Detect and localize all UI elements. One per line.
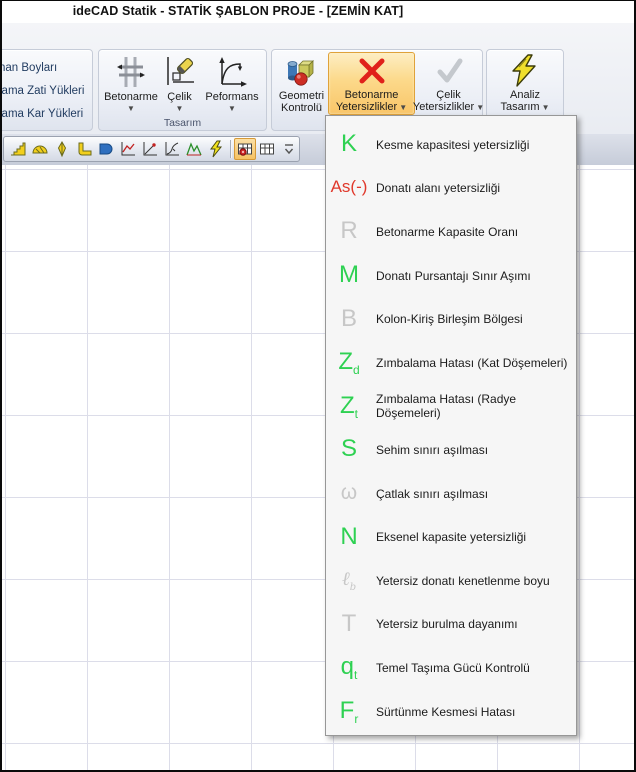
toolbar-overflow-icon[interactable] — [278, 138, 300, 160]
menu-item[interactable]: R Betonarme Kapasite Oranı — [326, 210, 576, 254]
red-x-icon — [356, 53, 388, 89]
geometri-kontrolu-label: Geometri Kontrolü — [278, 90, 325, 114]
menu-item-label: Çatlak sınırı aşılması — [376, 486, 489, 501]
celik-icon — [163, 53, 197, 91]
menu-item-label: Yetersiz burulma dayanımı — [376, 617, 518, 632]
menu-item[interactable]: ℓb Yetersiz donatı kenetlenme boyu — [326, 559, 576, 603]
stairs-icon[interactable] — [7, 138, 29, 160]
geometri-kontrolu-icon — [285, 53, 319, 90]
grid-icon[interactable] — [256, 138, 278, 160]
slab-icon[interactable] — [95, 138, 117, 160]
menu-item[interactable]: K Kesme kapasitesi yetersizliği — [326, 123, 576, 167]
menu-item[interactable]: S Sehim sınırı aşılması — [326, 428, 576, 472]
group-label-tasarim: Tasarım — [163, 117, 202, 129]
menu-item-label: Temel Taşıma Gücü Kontrolü — [376, 660, 530, 675]
left-panel-item[interactable]: lama Zati Yükleri — [2, 81, 84, 101]
menu-item-label: Yetersiz donatı kenetlenme boyu — [376, 573, 550, 588]
menu-item-label: Betonarme Kapasite Oranı — [376, 224, 519, 239]
dropdown-arrow-icon: ▼ — [399, 103, 408, 112]
celik-yetersizlikler-button[interactable]: Çelik Yetersizlikler ▼ — [412, 53, 485, 114]
betonarme-button[interactable]: Betonarme ▼ — [103, 53, 159, 114]
geometri-kontrolu-button[interactable]: Geometri Kontrolü — [275, 53, 328, 114]
spectrum-icon[interactable] — [183, 138, 205, 160]
dome-icon[interactable] — [29, 138, 51, 160]
dropdown-arrow-icon: ▼ — [175, 104, 184, 113]
betonarme-yetersizlikler-button[interactable]: Betonarme Yetersizlikler ▼ — [328, 52, 415, 115]
menu-item[interactable]: Fr Sürtünme Kesmesi Hatası — [326, 690, 576, 734]
menu-item-symbol: M — [339, 261, 359, 289]
menu-item-symbol: qt — [340, 653, 358, 683]
betonarme-label: Betonarme — [104, 91, 158, 103]
left-panel-item[interactable]: nan Boyları — [2, 58, 57, 78]
lightning-small-icon[interactable] — [205, 138, 227, 160]
performans-label: Peformans — [205, 91, 259, 103]
grid-settings-icon[interactable] — [234, 138, 256, 160]
chart-line-icon[interactable] — [117, 138, 139, 160]
left-panel-item[interactable]: lama Kar Yükleri — [2, 104, 83, 124]
titlebar: ideCAD Statik - STATİK ŞABLON PROJE - [Z… — [2, 1, 634, 24]
dropdown-arrow-icon: ▼ — [228, 104, 236, 113]
menu-item[interactable]: Zd Zımbalama Hatası (Kat Döşemeleri) — [326, 341, 576, 385]
celik-button[interactable]: Çelik ▼ — [161, 53, 198, 114]
gray-check-icon — [433, 53, 465, 89]
menu-item-label: Eksenel kapasite yetersizliği — [376, 530, 527, 545]
menu-item-label: Sehim sınırı aşılması — [376, 442, 489, 457]
dropdown-arrow-icon: ▼ — [127, 104, 135, 113]
ribbon-group-tasarim: Betonarme ▼ Çelik ▼ Peformans ▼ Tasarım — [98, 49, 267, 131]
ribbon-group-left: nan Boyları lama Zati Yükleri lama Kar Y… — [2, 49, 93, 131]
performans-icon — [215, 53, 249, 91]
menu-item-label: Zımbalama Hatası (Radye Döşemeleri) — [376, 392, 517, 421]
analiz-tasarim-button[interactable]: Analiz Tasarım ▼ — [491, 53, 559, 114]
menu-item-label: Kolon-Kiriş Birleşim Bölgesi — [376, 312, 523, 327]
betonarme-yetersizlikler-menu: K Kesme kapasitesi yetersizliği As(-) Do… — [325, 115, 577, 736]
menu-item[interactable]: T Yetersiz burulma dayanımı — [326, 603, 576, 647]
dropdown-arrow-icon: ▼ — [476, 103, 485, 112]
dropdown-arrow-icon: ▼ — [541, 103, 550, 112]
chart-point-icon[interactable] — [139, 138, 161, 160]
betonarme-yetersizlikler-label: Betonarme Yetersizlikler ▼ — [335, 89, 408, 113]
menu-item-symbol: ω — [340, 480, 358, 504]
plumb-icon[interactable] — [51, 138, 73, 160]
menu-item[interactable]: B Kolon-Kiriş Birleşim Bölgesi — [326, 297, 576, 341]
menu-item-symbol: ℓb — [341, 568, 357, 594]
menu-item[interactable]: ω Çatlak sınırı aşılması — [326, 472, 576, 516]
app-window: ideCAD Statik - STATİK ŞABLON PROJE - [Z… — [0, 0, 636, 772]
menu-item-symbol: Zd — [338, 348, 360, 378]
performans-button[interactable]: Peformans ▼ — [200, 53, 264, 114]
menu-item[interactable]: As(-) Donatı alanı yetersizliği — [326, 167, 576, 211]
menu-item-label: Donatı Pursantajı Sınır Aşımı — [376, 268, 531, 283]
menu-item-symbol: As(-) — [330, 176, 368, 196]
celik-yetersizlikler-label: Çelik Yetersizlikler ▼ — [412, 89, 485, 113]
menu-item-label: Kesme kapasitesi yetersizliği — [376, 137, 530, 152]
window-title: ideCAD Statik - STATİK ŞABLON PROJE - [Z… — [72, 4, 404, 18]
menu-item-symbol: R — [340, 217, 358, 245]
menu-item-symbol: T — [341, 609, 357, 637]
menu-item-symbol: B — [340, 304, 357, 332]
menu-item-symbol: S — [340, 435, 357, 463]
toolbar-separator — [230, 140, 231, 158]
menu-item[interactable]: qt Temel Taşıma Gücü Kontrolü — [326, 646, 576, 690]
analiz-tasarim-label: Analiz Tasarım ▼ — [500, 89, 550, 113]
menu-item-symbol: K — [340, 130, 357, 158]
corner-icon[interactable] — [73, 138, 95, 160]
menu-item-label: Donatı alanı yetersizliği — [376, 181, 501, 196]
menu-item-label: Zımbalama Hatası (Kat Döşemeleri) — [376, 355, 568, 370]
lightning-icon — [508, 53, 542, 89]
menu-item-symbol: Fr — [339, 697, 359, 727]
menu-item[interactable]: Zt Zımbalama Hatası (Radye Döşemeleri) — [326, 385, 576, 429]
celik-label: Çelik — [167, 91, 192, 103]
menu-item-label: Sürtünme Kesmesi Hatası — [376, 704, 516, 719]
menu-item[interactable]: M Donatı Pursantajı Sınır Aşımı — [326, 254, 576, 298]
menu-item[interactable]: N Eksenel kapasite yetersizliği — [326, 515, 576, 559]
chart-curve-icon[interactable] — [161, 138, 183, 160]
betonarme-icon — [114, 53, 148, 91]
menu-item-symbol: Zt — [339, 391, 358, 421]
quick-toolbar — [3, 136, 300, 162]
menu-item-symbol: N — [340, 522, 358, 550]
